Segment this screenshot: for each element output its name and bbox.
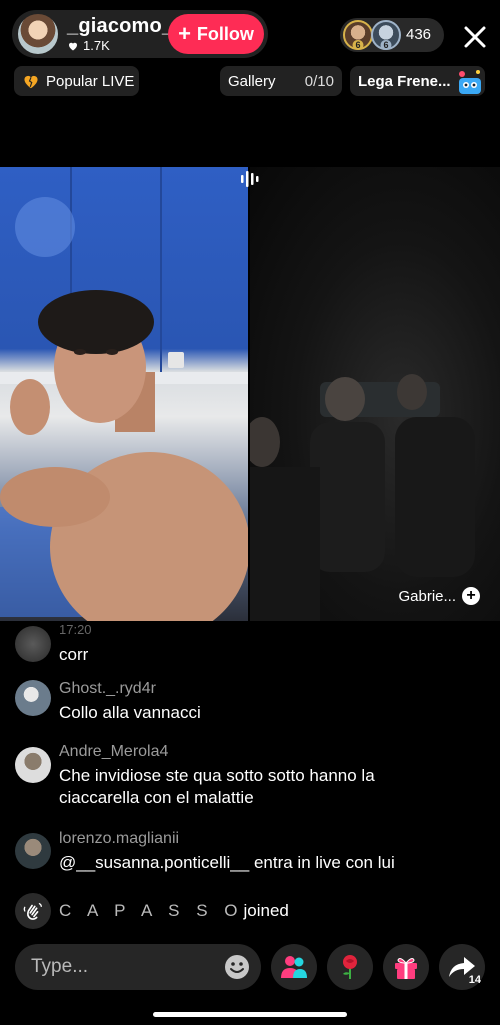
comment-username[interactable]: Ghost._.ryd4r [59,680,156,698]
comment-username[interactable]: Andre_Merola4 [59,743,168,761]
home-indicator[interactable] [153,1012,347,1017]
guest-name: Gabrie... [398,587,456,605]
comment-text: corr [59,645,89,664]
add-guest-icon[interactable]: + [462,587,480,605]
lega-label: Lega Frene... [358,72,451,90]
commenter-avatar[interactable] [15,680,51,716]
guest-label[interactable]: Gabrie... + [398,587,480,605]
people-icon [281,956,307,978]
share-count: 14 [468,974,481,986]
plus-icon: + [178,21,191,46]
comment-username[interactable]: 17:20 [59,622,92,637]
guest-video-image [250,374,475,621]
host-info-pill[interactable]: _giacomo_ 1.7K + Follow [12,10,268,58]
gift-icon [395,958,417,979]
joined-username[interactable]: C A P A S S O [59,901,243,921]
wave-hand-icon [15,893,51,929]
joined-label: joined [243,901,289,920]
commenter-avatar[interactable] [15,747,51,783]
comment-input-box[interactable] [15,944,261,990]
comment-item[interactable]: 17:20 corr [15,622,485,664]
host-avatar[interactable] [16,12,60,56]
comment-input[interactable] [31,954,211,980]
rose-gift-button[interactable] [327,944,373,990]
share-button[interactable]: 14 [439,944,485,990]
host-likes: 1.7K [67,38,110,53]
comment-item[interactable]: Ghost._.ryd4r Collo alla vannacci [15,680,485,724]
multi-guest-button[interactable] [271,944,317,990]
top-viewer-avatar[interactable]: 6 [343,20,373,50]
popular-live-pill[interactable]: Popular LIVE [14,66,139,96]
audio-bars-icon [241,171,259,187]
comment-text: Collo alla vannacci [59,703,201,722]
live-video-area[interactable]: Gabrie... + [0,167,500,621]
guest-video-feed[interactable]: Gabrie... + [250,167,500,621]
comment-text: @__susanna.ponticelli__ entra in live co… [59,853,395,872]
comment-item[interactable]: lorenzo.maglianii @__susanna.ponticelli_… [15,830,485,874]
rose-icon [343,955,357,979]
popular-live-label: Popular LIVE [46,72,135,90]
host-likes-count: 1.7K [83,38,110,53]
broken-heart-icon [24,75,38,89]
host-video-feed[interactable] [0,167,248,621]
follow-label: Follow [196,23,254,44]
rank-badge: 6 [352,40,364,50]
host-video-image [0,167,248,621]
gallery-label: Gallery [228,72,276,90]
wave-hand-glyph [23,903,42,920]
comment-username[interactable]: lorenzo.maglianii [59,830,179,848]
join-notification: C A P A S S O joined [15,893,289,929]
close-icon[interactable] [458,20,492,54]
emoji-icon[interactable] [223,953,251,981]
gallery-count: 0/10 [304,72,334,90]
host-name[interactable]: _giacomo_ [67,15,173,38]
heart-icon [69,42,77,50]
top-viewer-avatar[interactable]: 6 [371,20,401,50]
commenter-avatar[interactable] [15,626,51,662]
gift-button[interactable] [383,944,429,990]
follow-button[interactable]: + Follow [168,14,264,54]
gallery-pill[interactable]: Gallery 0/10 [220,66,342,96]
commenter-avatar[interactable] [15,833,51,869]
gift-box-icon[interactable] [456,68,484,96]
rank-badge: 6 [380,40,392,50]
viewer-count: 436 [406,26,432,43]
comment-text: Che invidiose ste qua sotto sotto hanno … [59,766,375,807]
viewers-pill[interactable]: 6 6 436 [340,18,444,52]
comment-item[interactable]: Andre_Merola4 Che invidiose ste qua sott… [15,743,485,809]
